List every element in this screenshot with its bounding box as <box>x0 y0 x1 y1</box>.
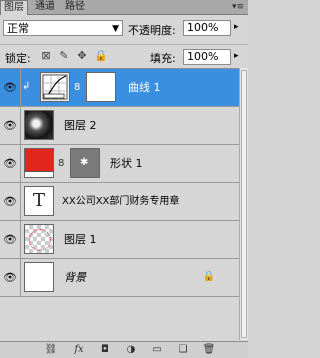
visibility-eye-icon[interactable]: 👁 <box>2 195 18 209</box>
layers-scrollbar[interactable] <box>239 68 248 340</box>
fill-input[interactable]: 100% <box>183 49 231 65</box>
panel-tabs: 图层 通道 路径 ▾≡ <box>0 0 248 15</box>
lock-icon: 🔒 <box>202 271 215 282</box>
blend-row: 正常 ▼ 不透明度: 100% ▸ <box>0 18 248 40</box>
new-layer-icon[interactable]: ❏ <box>176 344 190 356</box>
visibility-eye-icon[interactable]: 👁 <box>2 157 18 171</box>
panel-menu-icon[interactable]: ▾≡ <box>232 1 244 13</box>
layer-row[interactable]: 👁 ↲ 8 曲线 1 <box>0 69 239 107</box>
link-icon[interactable]: 8 <box>74 82 80 93</box>
opacity-label: 不透明度: <box>128 24 176 37</box>
layer-name: 形状 1 <box>110 157 143 170</box>
layer-name: 图层 2 <box>64 119 97 132</box>
star-icon: ✱ <box>80 157 89 168</box>
tab-layers[interactable]: 图层 <box>0 0 28 15</box>
layer-row[interactable]: 👁 图层 1 <box>0 221 239 259</box>
link-layers-icon[interactable]: ⛓ <box>44 344 58 356</box>
opacity-slider-icon[interactable]: ▸ <box>234 22 239 32</box>
add-mask-icon[interactable]: ◘ <box>98 344 112 356</box>
vector-mask-thumbnail[interactable]: ✱ <box>70 148 100 178</box>
adjustment-layer-icon[interactable]: ◑ <box>124 344 138 356</box>
layer-name: 背景 <box>64 271 86 284</box>
scroll-thumb[interactable] <box>241 70 247 338</box>
opacity-input[interactable]: 100% <box>183 20 231 36</box>
trash-icon[interactable]: 🗑 <box>202 344 216 356</box>
lock-position-icon[interactable]: ✥ <box>76 50 88 62</box>
blend-mode-select[interactable]: 正常 ▼ <box>3 20 123 36</box>
layer-thumbnail <box>24 110 54 140</box>
shape-fill-thumbnail <box>24 148 54 178</box>
new-group-icon[interactable]: ▭ <box>150 344 164 356</box>
layer-name: XX公司XX部门财务专用章 <box>62 196 180 207</box>
blend-mode-value: 正常 <box>7 22 29 35</box>
lock-transparent-icon[interactable]: ⊠ <box>40 50 52 62</box>
layers-list: 👁 ↲ 8 曲线 1 👁 图层 2 👁 8 ✱ 形状 1 👁 T XX公司XX部… <box>0 68 239 341</box>
visibility-eye-icon[interactable]: 👁 <box>2 119 18 133</box>
curves-adjustment-icon <box>40 72 70 102</box>
layer-row[interactable]: 👁 T XX公司XX部门财务专用章 <box>0 183 239 221</box>
layer-thumbnail <box>24 262 54 292</box>
chevron-down-icon: ▼ <box>112 24 119 34</box>
layer-mask-thumbnail[interactable] <box>86 72 116 102</box>
layer-row[interactable]: 👁 背景 🔒 <box>0 259 239 297</box>
lock-image-icon[interactable]: ✎ <box>58 50 70 62</box>
layers-bottom-bar: ⛓ fx ◘ ◑ ▭ ❏ 🗑 <box>0 341 248 358</box>
visibility-eye-icon[interactable]: 👁 <box>2 233 18 247</box>
fx-icon[interactable]: fx <box>72 344 86 356</box>
visibility-eye-icon[interactable]: 👁 <box>2 81 18 95</box>
tab-paths[interactable]: 路径 <box>62 0 88 14</box>
tab-channels[interactable]: 通道 <box>32 0 58 14</box>
layer-row[interactable]: 👁 图层 2 <box>0 107 239 145</box>
clip-arrow-icon: ↲ <box>22 81 31 92</box>
fill-slider-icon[interactable]: ▸ <box>234 51 239 61</box>
layer-thumbnail <box>24 224 54 254</box>
fill-label: 填充: <box>150 52 176 65</box>
link-icon[interactable]: 8 <box>58 158 64 169</box>
lock-all-icon[interactable]: 🔒 <box>94 50 108 62</box>
layers-panel: 图层 通道 路径 ▾≡ 正常 ▼ 不透明度: 100% ▸ 锁定: ⊠ ✎ ✥ … <box>0 0 248 358</box>
lock-label: 锁定: <box>5 52 31 65</box>
layer-row[interactable]: 👁 8 ✱ 形状 1 <box>0 145 239 183</box>
text-layer-icon: T <box>24 186 54 216</box>
visibility-eye-icon[interactable]: 👁 <box>2 271 18 285</box>
layer-name: 图层 1 <box>64 233 97 246</box>
lock-row: 锁定: ⊠ ✎ ✥ 🔒 填充: 100% ▸ <box>0 44 248 67</box>
layer-name: 曲线 1 <box>128 81 161 94</box>
